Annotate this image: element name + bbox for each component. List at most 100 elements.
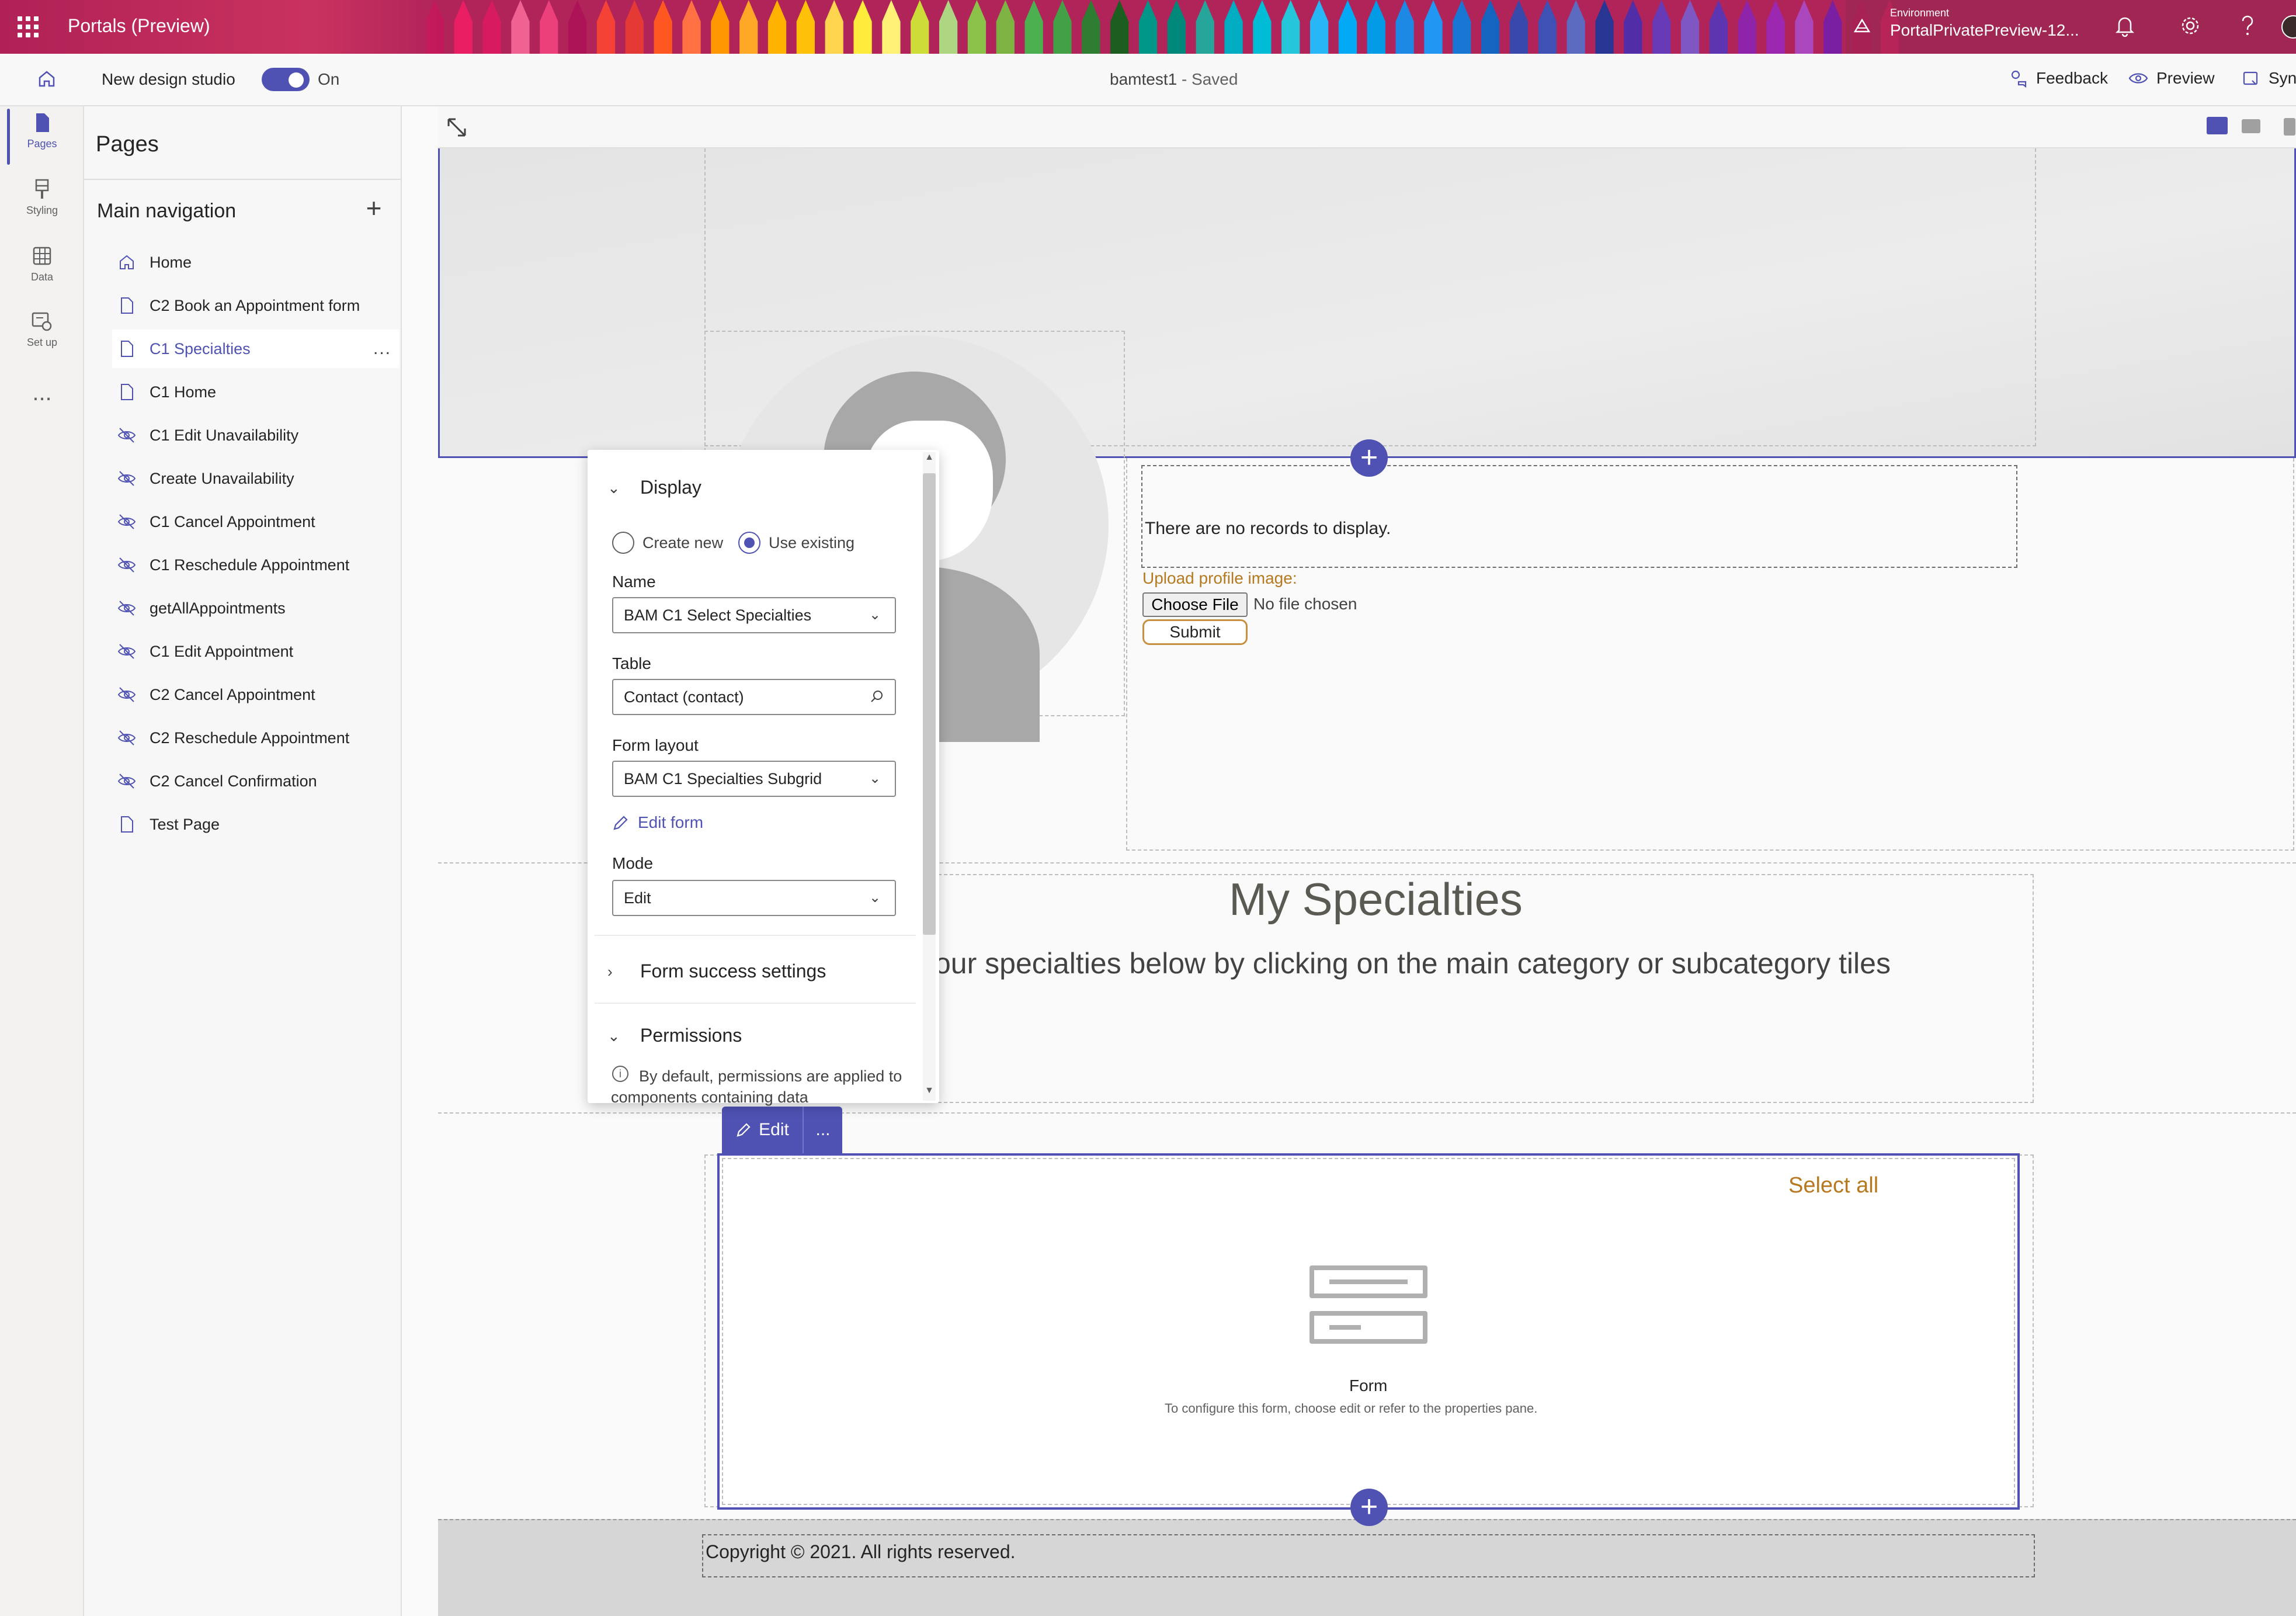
- crayon-graphic: [511, 0, 530, 54]
- edit-component-button[interactable]: Edit: [722, 1107, 804, 1153]
- page-list-item[interactable]: C1 Specialties...: [112, 330, 400, 368]
- page-list-item[interactable]: C2 Cancel Appointment: [112, 675, 400, 714]
- page-list-item[interactable]: getAllAppointments: [112, 589, 400, 627]
- permissions-section-header[interactable]: ⌄ Permissions: [607, 1025, 742, 1046]
- form-icon-line-short: [1329, 1325, 1361, 1330]
- page-list-item[interactable]: C1 Reschedule Appointment: [112, 546, 400, 584]
- app-launcher-icon[interactable]: [18, 16, 39, 37]
- page-more-options-icon[interactable]: ...: [373, 339, 391, 359]
- crayon-graphic: [1509, 0, 1529, 54]
- table-field-label: Table: [612, 654, 651, 672]
- help-icon[interactable]: [2238, 13, 2257, 39]
- rail-item-pages[interactable]: Pages: [0, 111, 84, 150]
- crayon-graphic: [1709, 0, 1728, 54]
- hidden-page-icon: [117, 471, 136, 486]
- preview-eye-icon: [2128, 73, 2148, 84]
- use-existing-radio[interactable]: [738, 532, 760, 554]
- flyout-scrollbar-thumb[interactable]: [923, 473, 936, 935]
- search-icon[interactable]: [869, 680, 887, 714]
- form-placeholder-icon-bottom: [1309, 1311, 1427, 1344]
- page-list-item[interactable]: Create Unavailability: [112, 459, 400, 498]
- desktop-view-icon[interactable]: [2207, 117, 2228, 134]
- crayon-graphic: [882, 0, 901, 54]
- records-list-component[interactable]: [1141, 465, 2017, 568]
- page-list-item-label: Create Unavailability: [150, 469, 294, 487]
- sync-label: Syn: [2269, 69, 2296, 87]
- mode-dropdown[interactable]: Edit ⌄: [612, 880, 896, 916]
- crayon-graphic: [1766, 0, 1785, 54]
- form-layout-dropdown[interactable]: BAM C1 Specialties Subgrid ⌄: [612, 761, 896, 797]
- add-section-bottom-plus-icon[interactable]: +: [1350, 1489, 1388, 1526]
- settings-gear-icon[interactable]: [2179, 14, 2202, 37]
- home-icon[interactable]: [35, 67, 58, 91]
- hidden-page-icon: [117, 428, 136, 443]
- crayon-graphic: [1082, 0, 1100, 54]
- mobile-view-icon[interactable]: [2284, 118, 2295, 136]
- rail-item-styling[interactable]: Styling: [0, 178, 84, 217]
- display-section-header[interactable]: ⌄ Display: [607, 477, 701, 498]
- form-success-label: Form success settings: [640, 960, 826, 982]
- page-list-item[interactable]: C1 Cancel Appointment: [112, 502, 400, 541]
- page-list-item[interactable]: C2 Cancel Confirmation: [112, 762, 400, 800]
- rail-item-data[interactable]: Data: [0, 244, 84, 283]
- crayon-graphic: [1338, 0, 1357, 54]
- page-list-item-label: Test Page: [150, 815, 220, 833]
- crayon-graphic: [482, 0, 501, 54]
- crayon-graphic: [1253, 0, 1272, 54]
- form-success-section-header[interactable]: › Form success settings: [607, 960, 826, 982]
- mode-field-label: Mode: [612, 854, 654, 872]
- specialties-subtitle[interactable]: our specialties below by clicking on the…: [935, 946, 1891, 980]
- environment-name[interactable]: PortalPrivatePreview-12...: [1890, 21, 2079, 40]
- select-all-link[interactable]: Select all: [1788, 1173, 1878, 1198]
- scroll-up-arrow-icon[interactable]: ▲: [923, 452, 936, 465]
- edit-form-link[interactable]: Edit form: [612, 813, 703, 832]
- crayon-graphic: [739, 0, 758, 54]
- divider: [84, 179, 402, 180]
- crayon-graphic: [596, 0, 616, 54]
- submit-button[interactable]: Submit: [1142, 619, 1248, 645]
- page-icon: [121, 384, 133, 400]
- page-list-item[interactable]: C1 Edit Appointment: [112, 632, 400, 671]
- crayon-graphic: [1424, 0, 1443, 54]
- page-list-item[interactable]: C1 Edit Unavailability: [112, 416, 400, 455]
- create-new-radio[interactable]: [612, 532, 634, 554]
- add-section-plus-icon[interactable]: +: [1350, 439, 1388, 477]
- chevron-down-icon: ⌄: [869, 771, 881, 786]
- app-title: Portals (Preview): [68, 15, 210, 36]
- page-list-item[interactable]: Home: [112, 243, 400, 282]
- copyright-text[interactable]: Copyright © 2021. All rights reserved.: [706, 1541, 1016, 1563]
- add-page-plus-icon[interactable]: +: [361, 195, 387, 222]
- sync-button[interactable]: Syn: [2242, 69, 2296, 88]
- feedback-button[interactable]: Feedback: [2009, 69, 2108, 88]
- expand-icon[interactable]: [444, 115, 470, 140]
- more-options-icon[interactable]: ...: [804, 1107, 842, 1153]
- crayon-graphic: [1538, 0, 1557, 54]
- divider: [595, 935, 916, 936]
- page-list-item[interactable]: C1 Home: [112, 373, 400, 411]
- notifications-icon[interactable]: [2114, 14, 2135, 37]
- crayon-graphic: [825, 0, 843, 54]
- page-list-item[interactable]: Test Page: [112, 805, 400, 844]
- choose-file-button[interactable]: Choose File: [1142, 592, 1248, 617]
- page-list-item-label: C2 Book an Appointment form: [150, 296, 360, 314]
- crayon-graphic: [1624, 0, 1642, 54]
- hidden-page-icon: [117, 514, 136, 529]
- page-list-item-label: C1 Edit Unavailability: [150, 426, 299, 444]
- table-search-field[interactable]: Contact (contact): [612, 679, 896, 715]
- setup-gear-icon: [32, 312, 52, 331]
- page-list-item[interactable]: C2 Reschedule Appointment: [112, 719, 400, 757]
- save-status: - Saved: [1177, 70, 1238, 88]
- scroll-down-arrow-icon[interactable]: ▼: [923, 1086, 936, 1098]
- preview-button[interactable]: Preview: [2128, 69, 2215, 88]
- crayon-graphic: [1024, 0, 1043, 54]
- rail-more-icon[interactable]: ...: [0, 380, 84, 406]
- page-list-item[interactable]: C2 Book an Appointment form: [112, 286, 400, 325]
- rail-item-setup[interactable]: Set up: [0, 310, 84, 349]
- name-dropdown[interactable]: BAM C1 Select Specialties ⌄: [612, 597, 896, 633]
- no-records-message: There are no records to display.: [1145, 519, 1391, 538]
- tablet-view-icon[interactable]: [2242, 119, 2260, 133]
- crayon-graphic: [939, 0, 958, 54]
- crayon-graphic: [1138, 0, 1158, 54]
- specialties-heading[interactable]: My Specialties: [1229, 873, 1523, 926]
- crayon-graphic: [1453, 0, 1471, 54]
